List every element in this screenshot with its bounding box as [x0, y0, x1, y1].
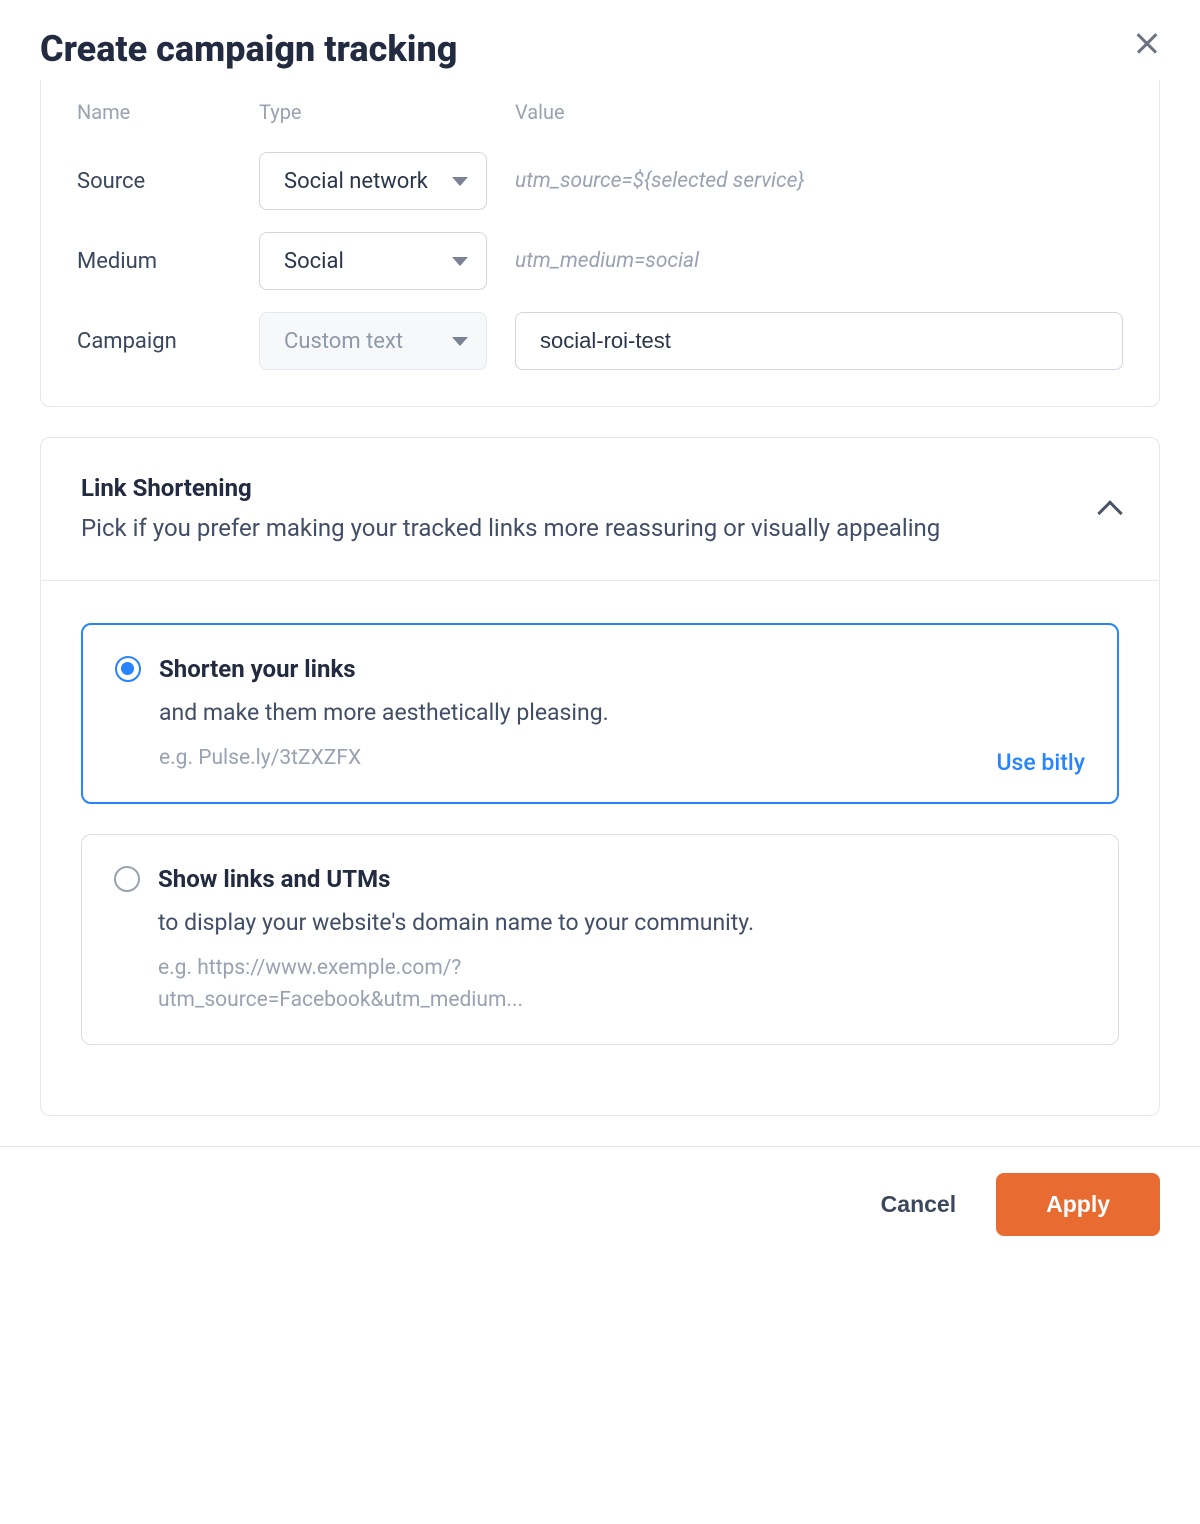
- shortening-options: Shorten your links and make them more ae…: [41, 581, 1159, 1116]
- row-label-source: Source: [77, 169, 259, 194]
- radio-show[interactable]: [114, 866, 140, 892]
- medium-value-placeholder: utm_medium=social: [515, 249, 1123, 273]
- option-shorten-links[interactable]: Shorten your links and make them more ae…: [81, 623, 1119, 805]
- medium-type-value: Social: [284, 249, 344, 274]
- tracking-panel: Name Type Value Source Social network ut…: [40, 80, 1160, 407]
- col-header-type: Type: [259, 100, 515, 130]
- option-show-desc: to display your website's domain name to…: [114, 907, 1086, 939]
- link-shortening-panel: Link Shortening Pick if you prefer makin…: [40, 437, 1160, 1116]
- option-show-links[interactable]: Show links and UTMs to display your webs…: [81, 834, 1119, 1045]
- shortening-subtitle: Pick if you prefer making your tracked l…: [81, 512, 1061, 546]
- option-show-example: e.g. https://www.exemple.com/?utm_source…: [114, 953, 634, 1016]
- shortening-header[interactable]: Link Shortening Pick if you prefer makin…: [41, 438, 1159, 581]
- medium-type-select[interactable]: Social: [259, 232, 487, 290]
- modal-title: Create campaign tracking: [40, 28, 1160, 70]
- col-header-value: Value: [515, 100, 1123, 130]
- source-type-select[interactable]: Social network: [259, 152, 487, 210]
- option-shorten-example: e.g. Pulse.ly/3tZXZFX: [115, 743, 1085, 775]
- row-label-medium: Medium: [77, 249, 259, 274]
- campaign-type-select[interactable]: Custom text: [259, 312, 487, 370]
- modal-footer: Cancel Apply: [0, 1146, 1200, 1236]
- chevron-down-icon: [452, 257, 468, 266]
- shortening-title: Link Shortening: [81, 474, 1061, 502]
- use-bitly-link[interactable]: Use bitly: [997, 749, 1086, 776]
- row-label-campaign: Campaign: [77, 329, 259, 354]
- option-shorten-title: Shorten your links: [159, 655, 356, 683]
- campaign-type-value: Custom text: [284, 329, 403, 354]
- source-value-placeholder: utm_source=${selected service}: [515, 169, 1123, 193]
- chevron-up-icon[interactable]: [1097, 500, 1122, 525]
- col-header-name: Name: [77, 100, 259, 130]
- option-shorten-desc: and make them more aesthetically pleasin…: [115, 697, 1085, 729]
- close-icon[interactable]: [1134, 30, 1160, 56]
- chevron-down-icon: [452, 337, 468, 346]
- chevron-down-icon: [452, 177, 468, 186]
- cancel-button[interactable]: Cancel: [881, 1191, 956, 1218]
- campaign-value-input[interactable]: [515, 312, 1123, 370]
- campaign-tracking-modal: Create campaign tracking Name Type Value…: [0, 0, 1200, 1236]
- option-show-title: Show links and UTMs: [158, 865, 390, 893]
- apply-button[interactable]: Apply: [996, 1173, 1160, 1236]
- source-type-value: Social network: [284, 169, 428, 194]
- modal-header: Create campaign tracking: [0, 0, 1200, 80]
- radio-shorten[interactable]: [115, 656, 141, 682]
